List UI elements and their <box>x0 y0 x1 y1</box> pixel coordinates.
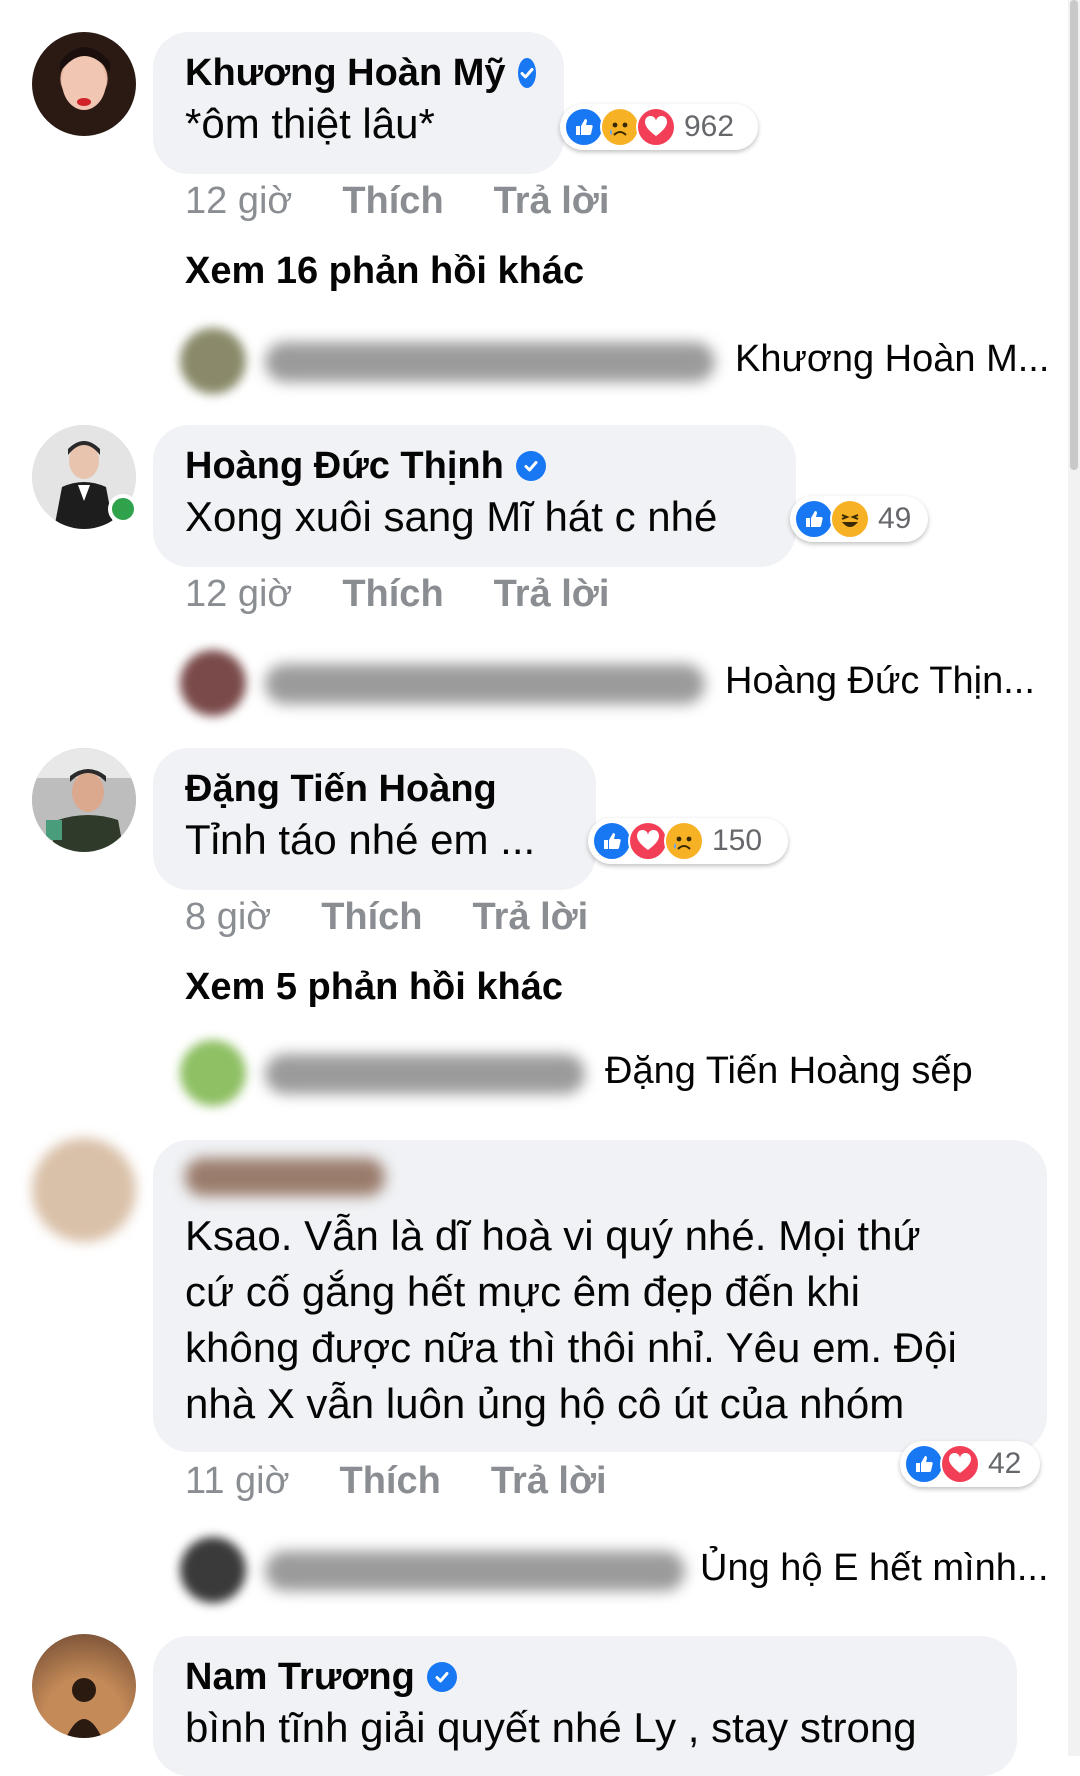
reply-text: Khương Hoàn M... <box>735 338 1050 380</box>
online-status-indicator <box>108 494 138 524</box>
comment-text: bình tĩnh giải quyết nhé Ly , stay stron… <box>185 1704 917 1751</box>
love-reaction-icon <box>628 821 668 861</box>
comment-time[interactable]: 11 giờ <box>185 1460 290 1503</box>
reply-button[interactable]: Trả lời <box>491 1460 607 1503</box>
reply-avatar <box>180 1040 246 1106</box>
comment-bubble[interactable]: Hoàng Đức Thịnh Xong xuôi sang Mĩ hát c … <box>153 425 796 567</box>
author-name-blurred[interactable] <box>185 1158 385 1196</box>
comment-text-line: nhà X vẫn luôn ủng hộ cô út của nhóm <box>185 1380 905 1427</box>
comment-bubble[interactable]: Khương Hoàn Mỹ *ôm thiệt lâu* <box>153 32 564 174</box>
reply-author-blurred <box>265 1551 685 1591</box>
comment-text: Tỉnh táo nhé em ... <box>185 816 536 863</box>
comment-author: Đặng Tiến Hoàng <box>185 766 564 812</box>
reply-button[interactable]: Trả lời <box>494 573 610 616</box>
love-reaction-icon <box>636 107 676 147</box>
reply-avatar <box>180 1537 246 1603</box>
haha-reaction-icon <box>830 499 870 539</box>
reaction-count: 962 <box>684 110 735 143</box>
verified-badge-icon <box>517 58 536 88</box>
comment-time[interactable]: 12 giờ <box>185 573 292 616</box>
reaction-summary[interactable]: 150 <box>588 818 788 864</box>
author-name[interactable]: Đặng Tiến Hoàng <box>185 766 497 812</box>
avatar-photo <box>60 47 110 110</box>
reply-preview[interactable]: Đặng Tiến Hoàng sếp <box>180 1040 1040 1110</box>
reply-avatar <box>180 328 246 394</box>
like-reaction-icon <box>904 1444 944 1484</box>
comment-text: *ôm thiệt lâu* <box>185 100 435 147</box>
reaction-summary[interactable]: 49 <box>790 496 928 542</box>
comment-text-line: Ksao. Vẫn là dĩ hoà vi quý nhé. Mọi thứ <box>185 1212 921 1259</box>
like-button[interactable]: Thích <box>340 1460 441 1503</box>
like-reaction-icon <box>564 107 604 147</box>
reply-text: Đặng Tiến Hoàng sếp <box>605 1050 973 1092</box>
avatar[interactable] <box>32 1634 136 1738</box>
view-more-replies[interactable]: Xem 16 phản hồi khác <box>185 250 584 293</box>
avatar-photo <box>32 748 136 852</box>
reply-author-blurred <box>265 342 715 382</box>
reply-preview[interactable]: Khương Hoàn M... <box>180 328 1049 398</box>
comment-actions: 8 giờ Thích Trả lời <box>185 896 588 939</box>
comment-bubble[interactable]: Ksao. Vẫn là dĩ hoà vi quý nhé. Mọi thứ … <box>153 1140 1047 1452</box>
like-reaction-icon <box>794 499 834 539</box>
comment-text-line: không được nữa thì thôi nhỉ. Yêu em. Đội <box>185 1324 957 1371</box>
like-button[interactable]: Thích <box>321 896 422 939</box>
comment-actions: 11 giờ Thích Trả lời <box>185 1460 607 1503</box>
scrollbar-thumb[interactable] <box>1070 0 1078 470</box>
avatar[interactable] <box>32 32 136 136</box>
reaction-summary[interactable]: 42 <box>900 1441 1040 1487</box>
reply-text: Hoàng Đức Thịn... <box>725 660 1035 702</box>
comment-bubble[interactable]: Đặng Tiến Hoàng Tỉnh táo nhé em ... <box>153 748 596 890</box>
comment-actions: 12 giờ Thích Trả lời <box>185 180 609 223</box>
reply-button[interactable]: Trả lời <box>473 896 589 939</box>
reply-avatar <box>180 650 246 716</box>
sad-reaction-icon <box>600 107 640 147</box>
reaction-count: 49 <box>878 502 912 535</box>
comment-time[interactable]: 8 giờ <box>185 896 271 939</box>
like-reaction-icon <box>592 821 632 861</box>
comment-text: Ksao. Vẫn là dĩ hoà vi quý nhé. Mọi thứ … <box>185 1208 1015 1432</box>
comment-author: Hoàng Đức Thịnh <box>185 443 764 489</box>
view-more-replies[interactable]: Xem 5 phản hồi khác <box>185 966 563 1009</box>
reply-preview[interactable]: Ủng hộ E hết mình... <box>180 1537 1049 1607</box>
reaction-count: 42 <box>988 1447 1022 1480</box>
comment-time[interactable]: 12 giờ <box>185 180 292 223</box>
comment-text-line: cứ cố gắng hết mực êm đẹp đến khi <box>185 1268 860 1315</box>
reply-preview[interactable]: Hoàng Đức Thịn... <box>180 650 1040 720</box>
reply-author-blurred <box>265 1054 585 1094</box>
author-name[interactable]: Hoàng Đức Thịnh <box>185 443 504 489</box>
author-name[interactable]: Nam Trương <box>185 1654 415 1700</box>
like-button[interactable]: Thích <box>342 180 443 223</box>
like-button[interactable]: Thích <box>342 573 443 616</box>
reaction-summary[interactable]: 962 <box>560 104 758 150</box>
avatar[interactable] <box>32 748 136 852</box>
author-name[interactable]: Khương Hoàn Mỹ <box>185 50 506 96</box>
reply-author-blurred <box>265 664 705 704</box>
comment-author: Khương Hoàn Mỹ <box>185 50 536 96</box>
comment-bubble[interactable]: Nam Trương bình tĩnh giải quyết nhé Ly ,… <box>153 1636 1017 1776</box>
avatar-photo <box>66 1678 102 1738</box>
reply-button[interactable]: Trả lời <box>494 180 610 223</box>
love-reaction-icon <box>940 1444 980 1484</box>
avatar[interactable] <box>32 1138 136 1242</box>
comment-author: Nam Trương <box>185 1654 985 1700</box>
comment-text: Xong xuôi sang Mĩ hát c nhé <box>185 493 718 540</box>
verified-badge-icon <box>515 451 546 481</box>
verified-badge-icon <box>426 1662 457 1692</box>
comment-actions: 12 giờ Thích Trả lời <box>185 573 609 616</box>
reaction-count: 150 <box>712 824 763 857</box>
reply-text: Ủng hộ E hết mình... <box>700 1547 1049 1589</box>
sad-reaction-icon <box>664 821 704 861</box>
